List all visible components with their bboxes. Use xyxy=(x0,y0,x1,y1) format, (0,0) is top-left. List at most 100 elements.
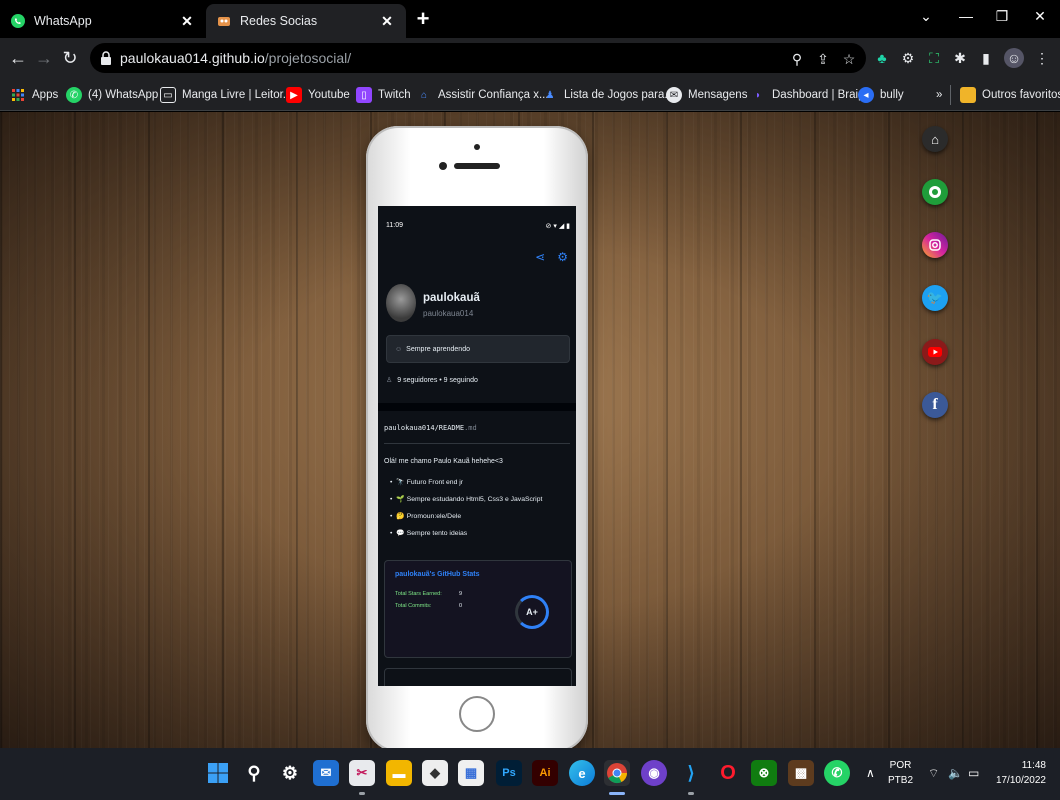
share-icon[interactable]: ⋖ xyxy=(535,250,545,264)
folder-icon xyxy=(960,87,976,103)
windows-start-icon[interactable] xyxy=(205,760,231,786)
roblox-icon[interactable]: ◆ xyxy=(422,760,448,786)
close-window-button[interactable]: ✕ xyxy=(1020,0,1060,32)
lock-icon xyxy=(101,51,111,65)
github-icon[interactable] xyxy=(922,179,948,205)
bookmark-whatsapp[interactable]: ✆ (4) WhatsApp xyxy=(66,85,158,105)
reload-button[interactable]: ↻ xyxy=(58,46,82,70)
back-button[interactable]: ← xyxy=(6,46,30,70)
settings-icon[interactable]: ⚙ xyxy=(557,250,568,264)
close-tab-icon[interactable]: ✕ xyxy=(178,13,196,30)
microsoft-store-icon[interactable]: ▦ xyxy=(458,760,484,786)
extension-tree-icon[interactable]: ♣ xyxy=(872,48,892,68)
wifi-icon[interactable]: ⌔ xyxy=(928,766,939,781)
bookmark-twitch[interactable]: ▯ Twitch xyxy=(356,85,411,105)
home-icon[interactable]: ⌂ xyxy=(922,126,948,152)
zoom-icon[interactable]: ⚲ xyxy=(788,50,806,68)
bookmark-label: Assistir Confiança x... xyxy=(438,89,549,101)
tab-whatsapp[interactable]: WhatsApp ✕ xyxy=(0,4,206,38)
new-tab-button[interactable]: + xyxy=(410,7,436,33)
share-icon[interactable]: ⇪ xyxy=(814,50,832,68)
status-time: 11:09 xyxy=(386,222,403,229)
bookmark-dashboard-braip[interactable]: ◗ Dashboard | Braip xyxy=(750,85,865,105)
tab-strip: WhatsApp ✕ Redes Socias ✕ + ⌄ — ❐ ✕ xyxy=(0,0,1060,38)
bookmark-youtube[interactable]: ▶ Youtube xyxy=(286,85,350,105)
chrome-icon[interactable] xyxy=(604,760,630,786)
status-icons: ⊘ ▾ ◢ ▮ xyxy=(545,223,570,230)
close-tab-icon[interactable]: ✕ xyxy=(378,13,396,30)
facebook-icon[interactable]: f xyxy=(922,392,948,418)
vscode-icon[interactable]: ⟩ xyxy=(678,760,704,786)
side-panel-icon[interactable]: ▮ xyxy=(976,48,996,68)
windows-taskbar: ⚲ ⚙ ✉ ✂ ▬ ◆ ▦ Ps Ai e ◉ ⟩ O ⊗ ▩ ✆ ∧ POR … xyxy=(0,748,1060,800)
clock[interactable]: 11:48 17/10/2022 xyxy=(990,758,1046,788)
instagram-icon[interactable] xyxy=(922,232,948,258)
bookmark-label: Mensagens xyxy=(688,89,748,101)
volume-icon[interactable]: 🔈 xyxy=(948,766,963,780)
forward-button[interactable]: → xyxy=(32,46,56,70)
file-explorer-icon[interactable]: ▬ xyxy=(386,760,412,786)
battery-icon[interactable]: ▭ xyxy=(968,766,979,780)
github-desktop-icon[interactable]: ◉ xyxy=(641,760,667,786)
running-indicator xyxy=(359,792,365,795)
bookmark-label: Outros favoritos xyxy=(982,89,1060,101)
tab-redes-socias[interactable]: Redes Socias ✕ xyxy=(206,4,406,38)
menu-kebab-icon[interactable]: ⋮ xyxy=(1032,48,1052,68)
bookmark-bully[interactable]: ◂ bully xyxy=(858,85,904,105)
profile-name: paulokauã xyxy=(423,292,480,304)
extension-gear-icon[interactable]: ⚙ xyxy=(898,48,918,68)
manga-icon: ▭ xyxy=(160,87,176,103)
bookmark-label: Dashboard | Braip xyxy=(772,89,865,101)
readme-greeting: Olá! me chamo Paulo Kauã hehehe<3 xyxy=(384,458,503,465)
search-icon[interactable]: ⚲ xyxy=(241,760,267,786)
phone-speaker xyxy=(454,163,500,169)
tab-title: WhatsApp xyxy=(34,14,92,28)
url-domain: paulokaua014.github.io xyxy=(120,50,265,66)
extension-screenshot-icon[interactable]: ⛶ xyxy=(924,48,944,68)
tray-expand-icon[interactable]: ∧ xyxy=(866,766,875,780)
more-bookmarks-button[interactable]: » xyxy=(936,85,942,105)
people-icon: ♙ xyxy=(386,377,393,384)
xbox-icon[interactable]: ⊗ xyxy=(751,760,777,786)
bookmark-mensagens[interactable]: ✉ Mensagens xyxy=(666,85,747,105)
bookmark-outros-favoritos[interactable]: Outros favoritos xyxy=(960,85,1060,105)
photoshop-icon[interactable]: Ps xyxy=(496,760,522,786)
clock-date: 17/10/2022 xyxy=(995,775,1046,786)
twitter-icon[interactable]: 🐦 xyxy=(922,285,948,311)
list-item: 💬 Sempre tento ideias xyxy=(390,529,542,546)
page-content: 11:09 ⊘ ▾ ◢ ▮ ⋖ ⚙ paulokauã paulokaua014… xyxy=(0,112,1060,748)
bookmark-assistir[interactable]: ⌂ Assistir Confiança x... xyxy=(416,85,549,105)
phone-screen[interactable]: 11:09 ⊘ ▾ ◢ ▮ ⋖ ⚙ paulokauã paulokaua014… xyxy=(378,206,576,686)
readme-list: 🔭 Futuro Front end jr 🌱 Sempre estudando… xyxy=(390,478,542,546)
language-indicator[interactable]: POR PTB2 xyxy=(888,758,913,788)
grade-ring: A+ xyxy=(515,595,549,629)
bookmark-star-icon[interactable]: ☆ xyxy=(840,50,858,68)
whatsapp-icon[interactable]: ✆ xyxy=(824,760,850,786)
bookmark-apps[interactable]: Apps xyxy=(10,85,58,105)
restore-button[interactable]: ❐ xyxy=(982,0,1022,32)
opera-icon[interactable]: O xyxy=(715,760,741,786)
address-bar[interactable]: paulokaua014.github.io/projetosocial/ ⚲ … xyxy=(90,43,866,73)
minimize-button[interactable]: — xyxy=(946,0,986,32)
mail-icon[interactable]: ✉ xyxy=(313,760,339,786)
whatsapp-icon: ✆ xyxy=(66,87,82,103)
messages-icon: ✉ xyxy=(666,87,682,103)
bookmark-manga-livre[interactable]: ▭ Manga Livre | Leitor... xyxy=(160,85,292,105)
readme-path: paulokaua014/README xyxy=(384,424,465,432)
minecraft-icon[interactable]: ▩ xyxy=(788,760,814,786)
tab-search-icon[interactable]: ⌄ xyxy=(906,0,946,32)
followers-text: 9 seguidores • 9 seguindo xyxy=(397,377,478,384)
browser-toolbar: ← → ↻ paulokaua014.github.io/projetosoci… xyxy=(0,38,1060,78)
list-item: 🔭 Futuro Front end jr xyxy=(390,478,542,495)
snipping-tool-icon[interactable]: ✂ xyxy=(349,760,375,786)
phone-sensor xyxy=(439,162,447,170)
youtube-icon[interactable] xyxy=(922,339,948,365)
profile-avatar-icon[interactable]: ☺ xyxy=(1004,48,1024,68)
followers-info[interactable]: ♙ 9 seguidores • 9 seguindo xyxy=(386,376,478,384)
settings-icon[interactable]: ⚙ xyxy=(277,760,303,786)
profile-bio: ☺ Sempre aprendendo xyxy=(386,335,570,363)
extensions-puzzle-icon[interactable]: ✱ xyxy=(950,48,970,68)
edge-icon[interactable]: e xyxy=(569,760,595,786)
illustrator-icon[interactable]: Ai xyxy=(532,760,558,786)
bookmark-lista-jogos[interactable]: ♟ Lista de Jogos para... xyxy=(542,85,674,105)
